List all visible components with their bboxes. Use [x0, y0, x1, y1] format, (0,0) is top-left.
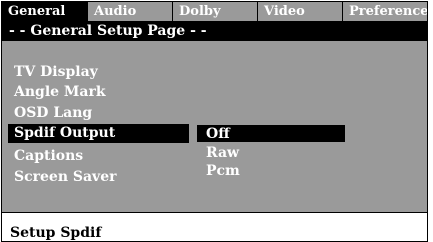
menu-item-tv-display[interactable]: TV Display: [14, 62, 98, 82]
tab-audio[interactable]: Audio: [88, 2, 173, 21]
tab-dolby[interactable]: Dolby: [173, 2, 258, 21]
option-pcm[interactable]: Pcm: [206, 162, 240, 180]
setup-menu-window: General Audio Dolby Video Preference - -…: [1, 1, 428, 242]
tab-preference[interactable]: Preference: [343, 2, 427, 21]
status-bar: Setup Spdif: [2, 212, 427, 241]
menu-item-osd-lang[interactable]: OSD Lang: [14, 103, 92, 123]
tab-bar: General Audio Dolby Video Preference: [2, 2, 427, 22]
menu-item-spdif-output[interactable]: Spdif Output: [8, 124, 189, 143]
option-off[interactable]: Off: [206, 125, 230, 143]
menu-item-captions[interactable]: Captions: [14, 146, 83, 166]
page-title: - - General Setup Page - -: [2, 22, 427, 41]
settings-panel: - - General Setup Page - - TV Display An…: [2, 22, 427, 212]
menu-item-angle-mark[interactable]: Angle Mark: [14, 82, 106, 102]
tab-general[interactable]: General: [2, 2, 88, 21]
option-raw[interactable]: Raw: [206, 144, 239, 162]
tab-video[interactable]: Video: [258, 2, 343, 21]
menu-item-screen-saver[interactable]: Screen Saver: [14, 167, 116, 187]
status-text: Setup Spdif: [10, 225, 102, 241]
